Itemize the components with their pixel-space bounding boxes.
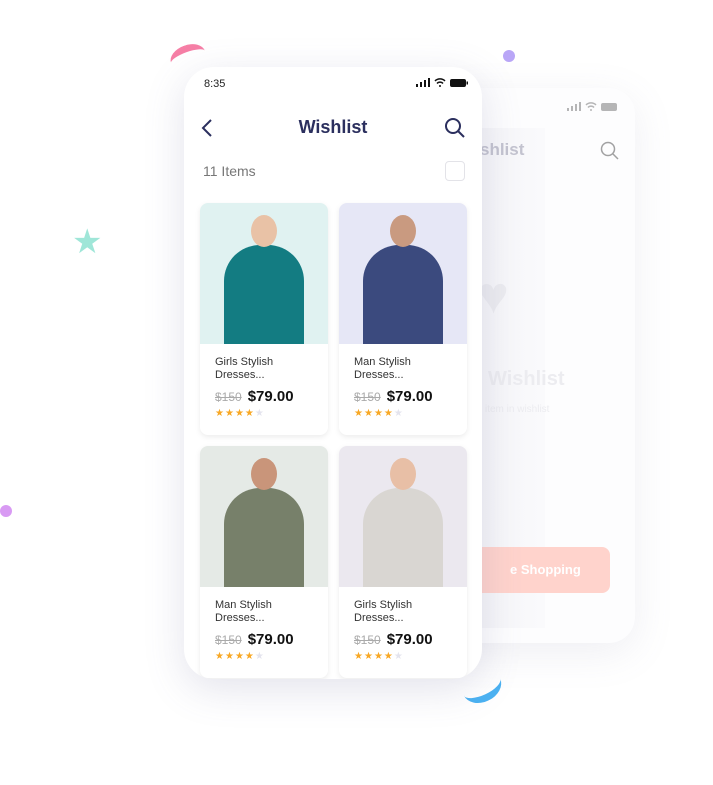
product-image [200, 446, 328, 587]
product-image [200, 203, 328, 344]
product-card[interactable]: Man Stylish Dresses... $150 $79.00 ★★★★★ [339, 203, 467, 435]
product-name: Girls Stylish Dresses... [354, 599, 413, 624]
status-icons [416, 78, 468, 87]
star-icon: ★ [363, 408, 374, 419]
product-card[interactable]: Girls Stylish Dresses... $150 $79.00 ★★★★… [200, 203, 328, 435]
star-icon: ★ [254, 651, 265, 662]
star-icon: ★ [215, 408, 225, 419]
product-card[interactable]: Girls Stylish Dresses... $150 $79.00 ★★★★… [339, 446, 467, 678]
product-grid: Girls Stylish Dresses... $150 $79.00 ★★★★… [200, 203, 467, 678]
star-icon: ★ [393, 408, 404, 419]
product-card[interactable]: Man Stylish Dresses... $150 $79.00 ★★★★★ [200, 446, 328, 678]
rating-stars: ★★★★★ [354, 651, 452, 662]
decor-star-icon: ★ [72, 223, 103, 261]
star-icon: ★ [354, 408, 364, 419]
original-price: $150 [215, 390, 242, 404]
heart-icon: ♥ [478, 267, 509, 325]
wifi-icon [434, 78, 446, 87]
original-price: $150 [354, 633, 381, 647]
sale-price: $79.00 [386, 631, 433, 648]
search-icon[interactable] [444, 117, 466, 144]
signal-icon [416, 78, 430, 87]
rating-stars: ★★★★★ [215, 408, 313, 419]
star-icon: ★ [224, 651, 235, 662]
star-icon: ★ [373, 651, 384, 662]
decor-purple-dot [503, 50, 515, 62]
status-icons [567, 102, 619, 111]
select-all-checkbox[interactable] [445, 161, 465, 181]
sale-price: $79.00 [247, 388, 294, 405]
star-icon: ★ [354, 651, 364, 662]
decor-purple-dot [0, 505, 12, 517]
battery-icon [450, 78, 468, 87]
sale-price: $79.00 [386, 388, 433, 405]
star-icon: ★ [234, 651, 245, 662]
star-icon: ★ [373, 408, 384, 419]
status-time: 8:35 [204, 78, 226, 90]
product-name: Girls Stylish Dresses... [215, 356, 274, 381]
empty-subtitle: item in wishlist [485, 404, 550, 415]
star-icon: ★ [383, 408, 394, 419]
rating-stars: ★★★★★ [354, 408, 452, 419]
rating-stars: ★★★★★ [215, 651, 313, 662]
search-icon [600, 141, 620, 166]
product-image [339, 203, 467, 344]
wishlist-screen: 8:35 Wishlist 11 Items Girls Stylish Dre… [184, 67, 482, 679]
star-icon: ★ [383, 651, 394, 662]
star-icon: ★ [363, 651, 374, 662]
star-icon: ★ [254, 408, 265, 419]
back-title: shlist [480, 140, 525, 159]
original-price: $150 [215, 633, 242, 647]
page-title: Wishlist [298, 117, 368, 137]
product-name: Man Stylish Dresses... [354, 356, 411, 381]
product-image [339, 446, 467, 587]
original-price: $150 [354, 390, 381, 404]
product-name: Man Stylish Dresses... [215, 599, 272, 624]
star-icon: ★ [224, 408, 235, 419]
empty-title: Wishlist [488, 368, 565, 390]
sale-price: $79.00 [247, 631, 294, 648]
star-icon: ★ [234, 408, 245, 419]
star-icon: ★ [244, 651, 255, 662]
star-icon: ★ [393, 651, 404, 662]
item-count: 11 Items [203, 163, 256, 179]
continue-shopping-button[interactable]: e Shopping [470, 547, 610, 593]
star-icon: ★ [215, 651, 225, 662]
star-icon: ★ [244, 408, 255, 419]
